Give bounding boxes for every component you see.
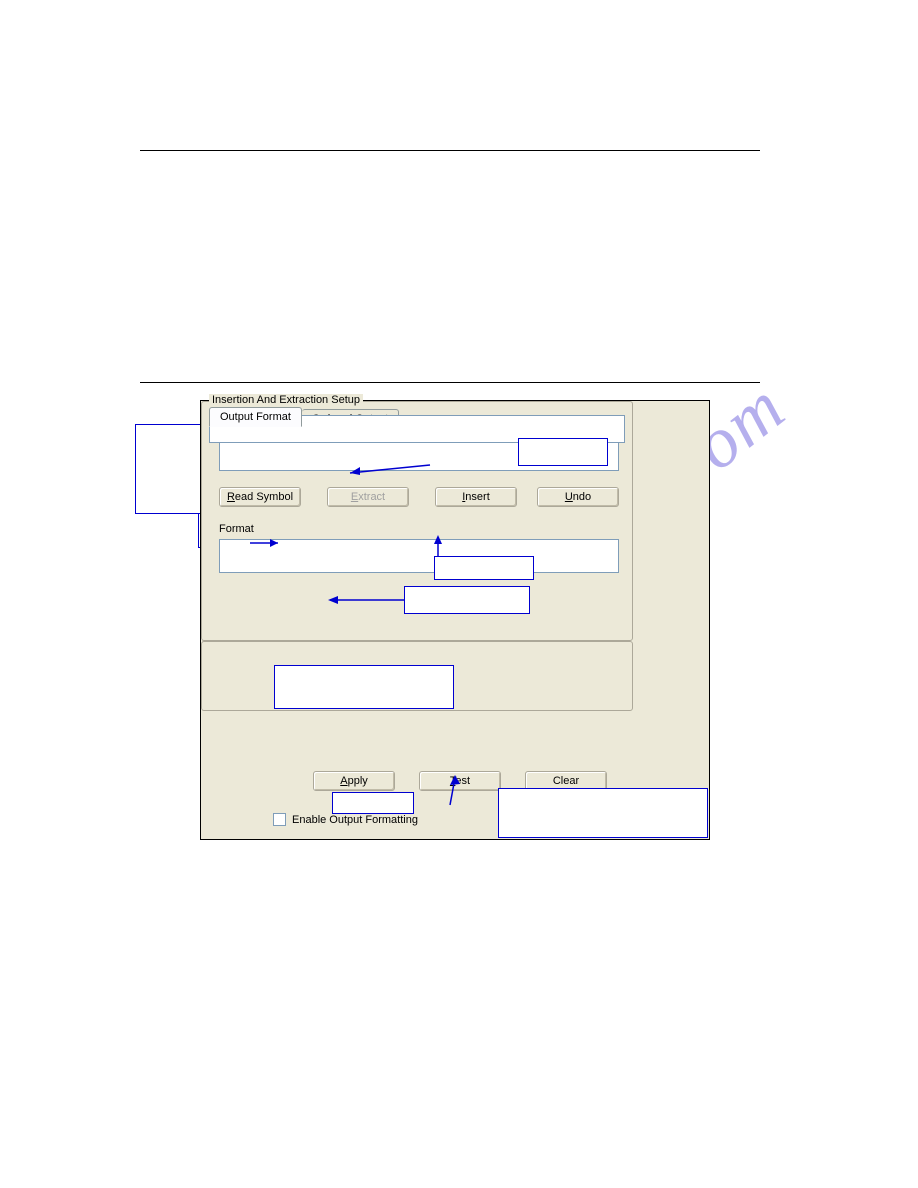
extract-button: Extract xyxy=(327,487,409,507)
annotation-box-7 xyxy=(498,788,708,838)
apply-button[interactable]: Apply xyxy=(313,771,395,791)
dialog-panel: Output Format Ordered Output Insertion A… xyxy=(200,400,710,840)
read-symbol-button[interactable]: Read Symbol xyxy=(219,487,301,507)
test-button[interactable]: Test xyxy=(419,771,501,791)
annotation-box-3 xyxy=(434,556,534,580)
undo-button[interactable]: Undo xyxy=(537,487,619,507)
checkbox-icon[interactable] xyxy=(273,813,286,826)
tab-output-format[interactable]: Output Format xyxy=(209,407,302,427)
format-label: Format xyxy=(219,523,254,535)
checkbox-label: Enable Output Formatting xyxy=(292,814,418,826)
annotation-box-4 xyxy=(404,586,530,614)
page-rule-bottom xyxy=(140,382,760,383)
page-rule-top xyxy=(140,150,760,151)
annotation-box-2 xyxy=(518,438,608,466)
annotation-box-5 xyxy=(274,665,454,709)
annotation-box-6 xyxy=(332,792,414,814)
insert-button[interactable]: Insert xyxy=(435,487,517,507)
insertion-group-title: Insertion And Extraction Setup xyxy=(209,394,363,406)
format-input[interactable] xyxy=(219,539,619,573)
enable-output-formatting-checkbox[interactable]: Enable Output Formatting xyxy=(273,813,418,826)
